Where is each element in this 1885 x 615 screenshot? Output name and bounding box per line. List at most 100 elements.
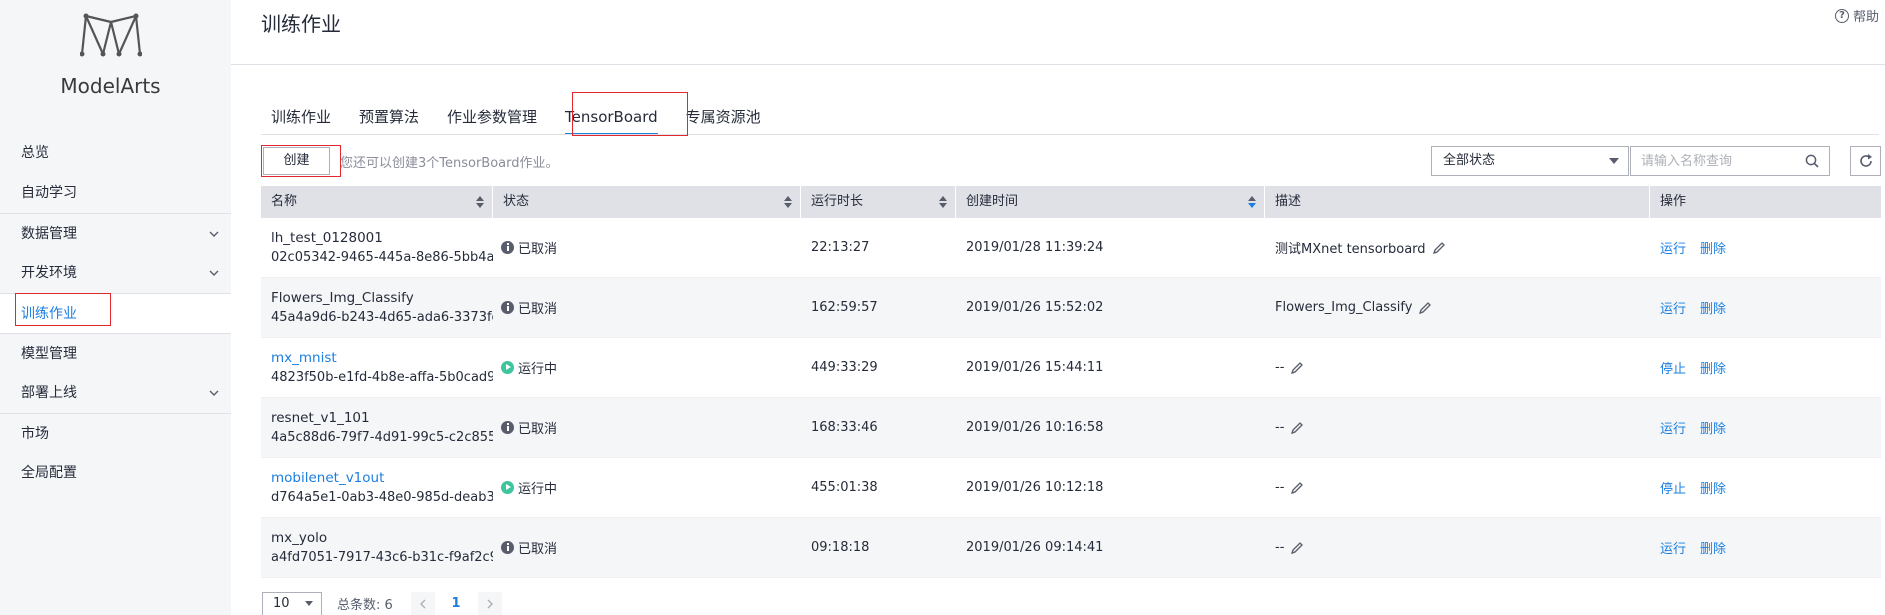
sidebar-item-training-jobs[interactable]: 训练作业 bbox=[0, 293, 231, 333]
description-text: -- bbox=[1275, 420, 1285, 435]
created-text: 2019/01/26 09:14:41 bbox=[966, 540, 1104, 555]
delete-link[interactable]: 删除 bbox=[1700, 538, 1726, 557]
page-title: 训练作业 bbox=[261, 12, 341, 36]
sidebar-item-market[interactable]: 市场 bbox=[0, 413, 231, 453]
duration-text: 449:33:29 bbox=[811, 360, 878, 375]
search-icon[interactable] bbox=[1805, 154, 1819, 168]
duration-text: 22:13:27 bbox=[811, 240, 870, 255]
job-name[interactable]: mx_mnist bbox=[271, 348, 493, 368]
tensorboard-table: 名称 状态 运行时长 创建时间 描述 操作 lh_test_0128001 02c… bbox=[261, 186, 1881, 578]
cell-duration: 168:33:46 bbox=[801, 398, 956, 457]
sidebar-item-auto-learning[interactable]: 自动学习 bbox=[0, 173, 231, 213]
edit-pencil-icon[interactable] bbox=[1418, 301, 1432, 315]
cell-actions: 停止 删除 bbox=[1650, 458, 1881, 517]
cell-actions: 运行 删除 bbox=[1650, 398, 1881, 457]
delete-link[interactable]: 删除 bbox=[1700, 238, 1726, 257]
brand-name: ModelArts bbox=[60, 74, 161, 98]
sidebar-nav: 总览 自动学习 数据管理 开发环境 训练作业 模型管理 部署上线 市场 全局配置 bbox=[0, 133, 231, 493]
description-text: -- bbox=[1275, 540, 1285, 555]
job-name: resnet_v1_101 bbox=[271, 409, 370, 426]
sidebar-item-deployment[interactable]: 部署上线 bbox=[0, 373, 231, 413]
tab-dedicated-pool[interactable]: 专属资源池 bbox=[676, 100, 771, 134]
next-page-button[interactable] bbox=[478, 592, 502, 615]
status-text: 运行中 bbox=[518, 482, 558, 497]
column-header-name[interactable]: 名称 bbox=[261, 186, 493, 218]
column-label: 操作 bbox=[1660, 194, 1687, 209]
cell-duration: 162:59:57 bbox=[801, 278, 956, 337]
edit-pencil-icon[interactable] bbox=[1290, 361, 1304, 375]
caret-down-icon bbox=[305, 601, 313, 606]
sidebar-item-label: 训练作业 bbox=[21, 306, 77, 322]
cell-duration: 22:13:27 bbox=[801, 218, 956, 277]
chevron-right-icon bbox=[487, 599, 493, 609]
cell-created: 2019/01/26 09:14:41 bbox=[956, 518, 1265, 577]
sidebar-item-overview[interactable]: 总览 bbox=[0, 133, 231, 173]
created-text: 2019/01/26 15:52:02 bbox=[966, 300, 1104, 315]
job-id: 4a5c88d6-79f7-4d91-99c5-c2c8559 bbox=[271, 429, 493, 445]
cell-name: mx_yolo a4fd7051-7917-43c6-b31c-f9af2c90 bbox=[261, 518, 493, 577]
sidebar-item-global-config[interactable]: 全局配置 bbox=[0, 453, 231, 493]
column-header-actions: 操作 bbox=[1650, 186, 1881, 218]
run-link[interactable]: 运行 bbox=[1660, 538, 1686, 557]
edit-pencil-icon[interactable] bbox=[1432, 241, 1446, 255]
tab-preset-algorithms[interactable]: 预置算法 bbox=[349, 100, 429, 134]
delete-link[interactable]: 删除 bbox=[1700, 358, 1726, 377]
run-link[interactable]: 运行 bbox=[1660, 418, 1686, 437]
cell-actions: 运行 删除 bbox=[1650, 278, 1881, 337]
caret-down-icon bbox=[1609, 158, 1619, 164]
info-status-icon bbox=[501, 541, 514, 554]
chevron-down-icon bbox=[209, 270, 219, 276]
cell-status: 已取消 bbox=[493, 398, 801, 457]
duration-text: 162:59:57 bbox=[811, 300, 878, 315]
prev-page-button[interactable] bbox=[411, 592, 435, 615]
run-link[interactable]: 运行 bbox=[1660, 238, 1686, 257]
stop-link[interactable]: 停止 bbox=[1660, 478, 1686, 497]
cell-created: 2019/01/26 15:52:02 bbox=[956, 278, 1265, 337]
cell-actions: 运行 删除 bbox=[1650, 518, 1881, 577]
edit-pencil-icon[interactable] bbox=[1290, 541, 1304, 555]
table-header: 名称 状态 运行时长 创建时间 描述 操作 bbox=[261, 186, 1881, 218]
run-link[interactable]: 运行 bbox=[1660, 298, 1686, 317]
job-id: d764a5e1-0ab3-48e0-985d-deab3d8 bbox=[271, 489, 493, 505]
delete-link[interactable]: 删除 bbox=[1700, 478, 1726, 497]
job-name[interactable]: mobilenet_v1out bbox=[271, 468, 493, 488]
job-id: a4fd7051-7917-43c6-b31c-f9af2c90 bbox=[271, 549, 493, 565]
status-text: 运行中 bbox=[518, 362, 558, 377]
column-header-status[interactable]: 状态 bbox=[493, 186, 801, 218]
page-number[interactable]: 1 bbox=[444, 592, 468, 615]
search-input[interactable] bbox=[1631, 147, 1791, 175]
stop-link[interactable]: 停止 bbox=[1660, 358, 1686, 377]
delete-link[interactable]: 删除 bbox=[1700, 298, 1726, 317]
create-button[interactable]: 创建 bbox=[263, 147, 330, 175]
description-text: Flowers_Img_Classify bbox=[1275, 300, 1413, 315]
created-text: 2019/01/26 10:16:58 bbox=[966, 420, 1104, 435]
created-text: 2019/01/26 15:44:11 bbox=[966, 360, 1104, 375]
cell-created: 2019/01/26 10:16:58 bbox=[956, 398, 1265, 457]
sidebar-item-data-management[interactable]: 数据管理 bbox=[0, 213, 231, 253]
created-text: 2019/01/26 10:12:18 bbox=[966, 480, 1104, 495]
status-text: 已取消 bbox=[518, 542, 558, 557]
refresh-button[interactable] bbox=[1850, 146, 1881, 176]
column-label: 状态 bbox=[503, 194, 530, 209]
table-row: resnet_v1_101 4a5c88d6-79f7-4d91-99c5-c2c… bbox=[261, 398, 1881, 458]
status-filter-select[interactable]: 全部状态 bbox=[1431, 146, 1629, 176]
help-link[interactable]: ? 帮助 bbox=[1834, 6, 1879, 25]
column-header-created[interactable]: 创建时间 bbox=[956, 186, 1265, 218]
cell-name: mobilenet_v1out d764a5e1-0ab3-48e0-985d-d… bbox=[261, 458, 493, 517]
tab-tensorboard[interactable]: TensorBoard bbox=[555, 100, 668, 135]
sidebar-item-model-management[interactable]: 模型管理 bbox=[0, 333, 231, 373]
sort-icon bbox=[939, 196, 947, 208]
column-label: 创建时间 bbox=[966, 194, 1019, 209]
tab-training-jobs[interactable]: 训练作业 bbox=[261, 100, 341, 134]
page-size-select[interactable]: 10 bbox=[262, 592, 322, 615]
edit-pencil-icon[interactable] bbox=[1290, 481, 1304, 495]
table-body: lh_test_0128001 02c05342-9465-445a-8e86-5… bbox=[261, 218, 1881, 578]
sidebar-item-dev-env[interactable]: 开发环境 bbox=[0, 253, 231, 293]
delete-link[interactable]: 删除 bbox=[1700, 418, 1726, 437]
edit-pencil-icon[interactable] bbox=[1290, 421, 1304, 435]
job-name: mx_yolo bbox=[271, 529, 328, 546]
tab-job-params[interactable]: 作业参数管理 bbox=[437, 100, 547, 134]
sidebar-item-label: 市场 bbox=[21, 426, 49, 442]
column-header-duration[interactable]: 运行时长 bbox=[801, 186, 956, 218]
chevron-down-icon bbox=[209, 231, 219, 237]
